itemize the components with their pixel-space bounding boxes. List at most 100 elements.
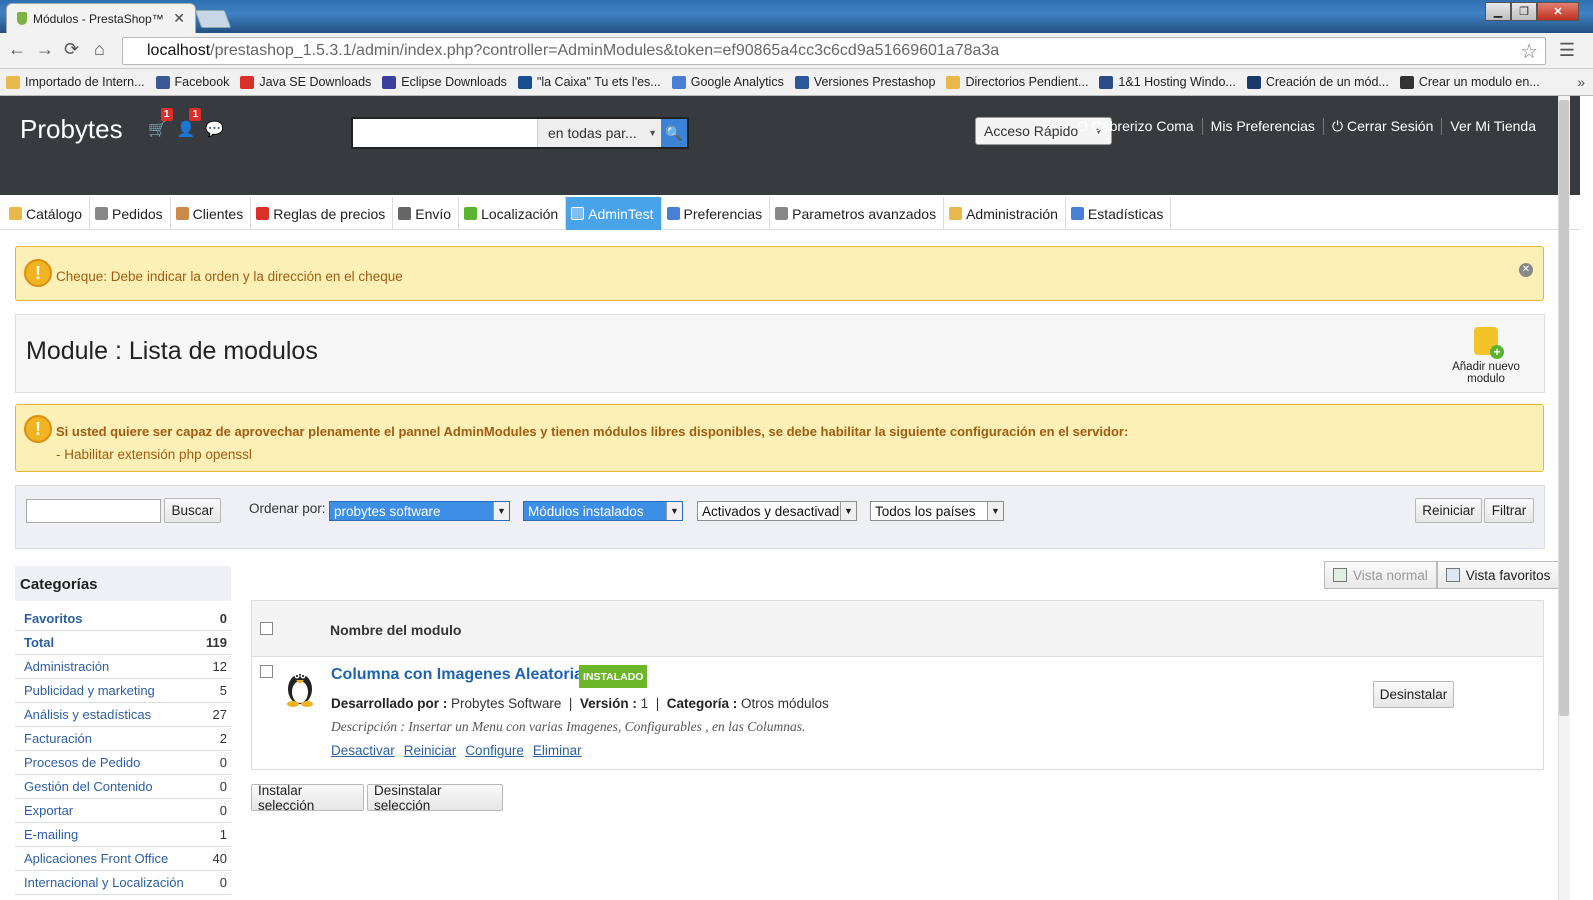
bookmark-star-icon[interactable]: ☆ — [1520, 39, 1538, 64]
category-item[interactable]: Procesos de Pedido 0 — [15, 751, 231, 775]
category-item[interactable]: Exportar 0 — [15, 799, 231, 823]
description-label: Descripción : — [331, 719, 405, 734]
url-path: /prestashop_1.5.3.1/admin/index.php?cont… — [210, 42, 1000, 59]
country-filter-select[interactable]: Todos los países ▼ — [870, 501, 1004, 521]
minimize-button[interactable]: ▁ — [1485, 2, 1511, 21]
module-checkbox[interactable] — [260, 665, 273, 678]
bookmark-item[interactable]: Creación de un mód... — [1246, 75, 1389, 89]
my-preferences-link[interactable]: Mis Preferencias — [1201, 118, 1323, 135]
tab-localizaci-n[interactable]: Localización — [459, 197, 567, 230]
category-item[interactable]: Análisis y estadísticas 27 — [15, 703, 231, 727]
module-search-input[interactable] — [26, 499, 161, 523]
category-item[interactable]: Publicidad y marketing 5 — [15, 679, 231, 703]
column-header-module-name: Nombre del modulo — [330, 622, 462, 638]
search-scope-select[interactable]: en todas par... — [537, 119, 661, 147]
install-selection-button[interactable]: Instalar selección — [251, 783, 364, 813]
search-input[interactable] — [353, 119, 537, 147]
uninstall-button[interactable]: Desinstalar — [1373, 681, 1454, 708]
browser-tab[interactable]: Módulos - PrestaShop™ ✕ — [6, 3, 196, 33]
address-bar[interactable]: localhost/prestashop_1.5.3.1/admin/index… — [122, 37, 1546, 65]
module-table: Nombre del modulo Columna con Imagenes A… — [251, 600, 1544, 770]
more-bookmarks-icon[interactable]: » — [1577, 74, 1585, 90]
bookmark-item[interactable]: Java SE Downloads — [240, 75, 371, 89]
back-icon[interactable]: ← — [8, 39, 26, 60]
employee-name[interactable]: O Cabrerizo Coma — [1069, 118, 1202, 135]
bookmark-item[interactable]: Crear un modulo en... — [1399, 75, 1540, 89]
close-tab-icon[interactable]: ✕ — [173, 10, 185, 27]
reload-icon[interactable]: ⟳ — [64, 39, 79, 60]
search-button[interactable]: 🔍 — [661, 119, 687, 147]
scrollbar-thumb[interactable] — [1559, 100, 1569, 716]
bookmark-item[interactable]: 1&1 Hosting Windo... — [1099, 75, 1236, 89]
delete-link[interactable]: Eliminar — [533, 743, 582, 758]
install-filter-select[interactable]: Módulos instalados ▼ — [523, 501, 683, 521]
tab-clientes[interactable]: Clientes — [171, 197, 252, 230]
tab-preferencias[interactable]: Preferencias — [662, 197, 771, 230]
favorites-view-label: Vista favoritos — [1465, 567, 1551, 583]
cart-icon — [95, 207, 109, 220]
category-item[interactable]: Aplicaciones Front Office 40 — [15, 847, 231, 871]
forward-icon[interactable]: → — [36, 39, 54, 60]
folder-icon — [9, 207, 22, 220]
tab-admintest[interactable]: AdminTest — [566, 197, 662, 230]
view-shop-link[interactable]: Ver Mi Tienda — [1441, 118, 1544, 135]
bookmark-item[interactable]: Directorios Pendient... — [946, 75, 1088, 89]
category-label: Gestión del Contenido — [24, 779, 153, 794]
tab-env-o[interactable]: Envío — [393, 197, 460, 230]
tab-parametros-avanzados[interactable]: Parametros avanzados — [770, 197, 945, 230]
browser-menu-icon[interactable]: ☰ — [1559, 40, 1575, 61]
category-item[interactable]: Internacional y Localización 0 — [15, 871, 231, 895]
tab-administraci-n[interactable]: Administración — [944, 197, 1066, 230]
select-all-checkbox[interactable] — [260, 622, 273, 635]
category-item[interactable]: E-mailing 1 — [15, 823, 231, 847]
bookmark-item[interactable]: Google Analytics — [671, 75, 784, 89]
bookmark-item[interactable]: Eclipse Downloads — [382, 75, 507, 89]
maximize-button[interactable]: ❐ — [1511, 2, 1537, 21]
close-window-button[interactable]: ✕ — [1537, 2, 1579, 21]
category-label: Publicidad y marketing — [24, 683, 155, 698]
add-new-module-button[interactable]: Añadir nuevo modulo — [1434, 327, 1538, 385]
new-tab-button[interactable] — [194, 10, 232, 28]
status-filter-select[interactable]: Activados y desactivados ▼ — [697, 501, 857, 521]
page-header: Module : Lista de modulos Añadir nuevo m… — [15, 314, 1545, 393]
bookmark-item[interactable]: Importado de Intern... — [6, 75, 145, 89]
page-title: Module : Lista de modulos — [26, 337, 318, 365]
module-name-link[interactable]: Columna con Imagenes Aleatorias — [331, 666, 592, 684]
tab-estad-sticas[interactable]: Estadísticas — [1066, 197, 1172, 230]
author-filter-select[interactable]: probytes software ▼ — [329, 501, 510, 521]
bookmark-item[interactable]: Facebook — [155, 75, 230, 89]
reset-filter-button[interactable]: Reiniciar — [1415, 498, 1482, 523]
tab-cat-logo[interactable]: Catálogo — [4, 197, 91, 230]
favorites-view-button[interactable]: Vista favoritos — [1436, 561, 1560, 589]
shop-name[interactable]: Probytes — [20, 114, 123, 145]
bookmark-item[interactable]: "la Caixa" Tu ets l'es... — [517, 75, 661, 89]
deactivate-link[interactable]: Desactivar — [331, 743, 395, 758]
messages-icon[interactable]: 💬 — [205, 120, 224, 138]
category-item[interactable]: Facturación 2 — [15, 727, 231, 751]
category-item[interactable]: Favoritos 0 — [15, 607, 231, 631]
search-modules-button[interactable]: Buscar — [164, 498, 221, 523]
uninstall-selection-button[interactable]: Desinstalar selección — [367, 783, 503, 813]
normal-view-button[interactable]: Vista normal — [1324, 561, 1437, 589]
bookmark-label: Google Analytics — [690, 75, 784, 89]
configure-link[interactable]: Configure — [465, 743, 524, 758]
tab-reglas-de-precios[interactable]: Reglas de precios — [251, 197, 394, 230]
category-label: Aplicaciones Front Office — [24, 851, 169, 866]
module-description: Descripción : Insertar un Menu con varia… — [331, 719, 805, 735]
bookmark-item[interactable]: Versiones Prestashop — [794, 75, 935, 89]
category-item[interactable]: Total 119 — [15, 631, 231, 655]
browser-toolbar: ← → ⟳ ⌂ localhost/prestashop_1.5.3.1/adm… — [0, 33, 1593, 69]
close-alert-icon[interactable]: ✕ — [1519, 263, 1533, 277]
category-item[interactable]: Administración 12 — [15, 655, 231, 679]
caixa-icon — [517, 75, 532, 89]
module-meta: Desarrollado por : Probytes Software | V… — [331, 696, 829, 711]
customers-icon[interactable]: 👤 1 — [177, 108, 202, 138]
reset-link[interactable]: Reiniciar — [404, 743, 457, 758]
home-icon[interactable]: ⌂ — [94, 39, 105, 60]
cart-icon[interactable]: 🛒 1 — [148, 108, 173, 138]
logout-link[interactable]: ⏻ Cerrar Sesión — [1322, 118, 1441, 135]
bookmark-label: Facebook — [174, 75, 230, 89]
tab-pedidos[interactable]: Pedidos — [90, 197, 171, 230]
filter-button[interactable]: Filtrar — [1484, 498, 1534, 523]
category-item[interactable]: Gestión del Contenido 0 — [15, 775, 231, 799]
